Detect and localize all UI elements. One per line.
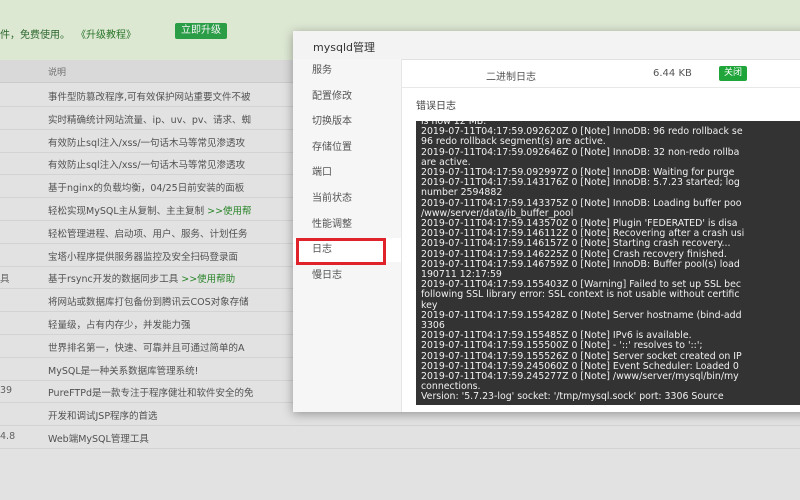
log-line: 2019-07-11T04:17:59.092646Z 0 [Note] Inn… (421, 146, 740, 158)
sidebar-item[interactable]: 端口 (293, 161, 401, 185)
sidebar-item[interactable]: 存储位置 (293, 136, 401, 160)
binlog-size: 6.44 KB (653, 68, 692, 79)
dialog-sidebar: 服务 配置修改 切换版本 存储位置 端口 当前状态 性能调整 日志 慢日志 (293, 59, 402, 412)
log-line: following SSL library error: SSL context… (421, 289, 740, 301)
sidebar-item[interactable]: 当前状态 (293, 187, 401, 211)
dialog-title-bar: mysqld管理 (293, 31, 800, 60)
sidebar-item[interactable]: 性能调整 (293, 213, 401, 237)
error-log-title: 错误日志 (416, 101, 456, 112)
highlight-box (296, 238, 386, 265)
log-panel: 二进制日志 6.44 KB 关闭 错误日志 is now 12 MB. 2019-… (401, 59, 800, 412)
error-log-textarea[interactable]: is now 12 MB. 2019-07-11T04:17:59.092620Z… (416, 121, 800, 405)
log-line: Version: '5.7.23-log' socket: '/tmp/mysq… (421, 391, 724, 403)
binlog-label: 二进制日志 (486, 72, 536, 83)
sidebar-item[interactable]: 切换版本 (293, 110, 401, 134)
log-line: 2019-07-11T04:17:59.155428Z 0 [Note] Ser… (421, 309, 742, 321)
sidebar-item[interactable]: 慢日志 (293, 264, 401, 288)
sidebar-item[interactable]: 服务 (293, 59, 401, 83)
binlog-row: 二进制日志 6.44 KB 关闭 (401, 59, 800, 88)
binlog-close-button[interactable]: 关闭 (719, 66, 748, 81)
sidebar-item[interactable]: 配置修改 (293, 85, 401, 109)
dialog-title: mysqld管理 (313, 41, 375, 54)
mysqld-manage-dialog: mysqld管理 服务 配置修改 切换版本 存储位置 端口 当前状态 性能调整 日志 慢日志 二… (293, 31, 800, 412)
